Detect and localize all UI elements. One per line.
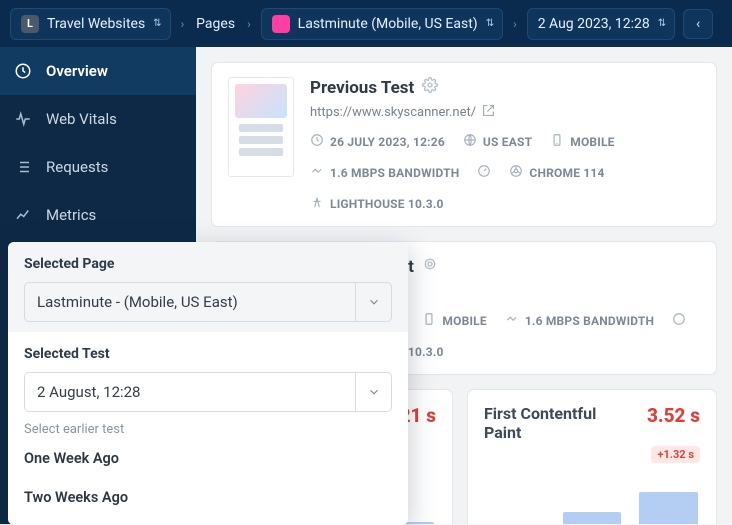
popover-page-select[interactable]: Lastminute - (Mobile, US East)	[24, 282, 392, 322]
sidebar-item-metrics[interactable]: Metrics	[0, 191, 196, 239]
metric-bars	[468, 466, 716, 524]
external-link-icon[interactable]	[482, 104, 495, 121]
crumb-project[interactable]: L Travel Websites ⇅	[10, 8, 171, 40]
page-badge	[272, 15, 290, 33]
selector-popover: Selected Page Lastminute - (Mobile, US E…	[8, 242, 408, 525]
clock-icon	[310, 133, 324, 150]
tag-device: MOBILE	[442, 314, 486, 328]
tag-device: MOBILE	[570, 135, 614, 149]
popover-option[interactable]: One Week Ago	[8, 439, 408, 478]
gauge-icon	[672, 312, 686, 329]
card-previous-test: Previous Test https://www.skyscanner.net…	[212, 63, 716, 226]
popover-test-label: Selected Test	[24, 346, 392, 362]
sidebar-item-label: Overview	[46, 62, 108, 80]
crumb-test[interactable]: 2 Aug 2023, 12:28 ⇅	[527, 8, 675, 40]
chevron-down-icon	[355, 373, 391, 411]
metric-delta: +1.32 s	[651, 446, 700, 463]
chevron-right-icon: ›	[511, 17, 519, 31]
chart-icon	[14, 206, 32, 224]
tag-browser: CHROME 114	[529, 166, 604, 180]
tag-region: US EAST	[483, 135, 532, 149]
updown-icon: ⇅	[153, 18, 159, 29]
popover-hint: Select earlier test	[8, 416, 408, 439]
popover-test-value: 2 August, 12:28	[25, 383, 355, 401]
crumb-pages[interactable]: Pages	[194, 8, 237, 40]
tag-date: 26 JULY 2023, 12:26	[330, 135, 445, 149]
crumb-page-label: Lastminute (Mobile, US East)	[298, 16, 478, 32]
breadcrumb-bar: L Travel Websites ⇅ › Pages › Lastminute…	[0, 0, 732, 47]
sidebar-item-label: Metrics	[46, 206, 96, 224]
sidebar-item-webvitals[interactable]: Web Vitals	[0, 95, 196, 143]
chrome-icon	[509, 164, 523, 181]
tag-bandwidth: 1.6 MBPS BANDWIDTH	[525, 314, 654, 328]
sidebar-item-label: Requests	[46, 158, 108, 176]
crumb-pages-label: Pages	[196, 16, 235, 32]
chevron-right-icon: ›	[245, 17, 253, 31]
crumb-page[interactable]: Lastminute (Mobile, US East) ⇅	[261, 8, 503, 40]
list-icon	[14, 158, 32, 176]
crumb-project-label: Travel Websites	[47, 16, 145, 32]
metric-title: First Contentful Paint	[484, 404, 637, 442]
chevron-down-icon	[355, 283, 391, 321]
popover-option[interactable]: Two Weeks Ago	[8, 478, 408, 517]
chevron-right-icon: ›	[179, 17, 187, 31]
crumb-test-label: 2 Aug 2023, 12:28	[538, 16, 650, 32]
lighthouse-icon	[310, 195, 324, 212]
tag-lighthouse: LIGHTHOUSE 10.3.0	[330, 197, 444, 211]
bandwidth-icon	[310, 164, 324, 181]
thumbnail-previous	[228, 77, 294, 177]
gauge-icon	[477, 164, 491, 181]
updown-icon: ⇅	[658, 18, 664, 29]
card-url: https://www.skyscanner.net/	[310, 105, 476, 120]
sidebar-item-requests[interactable]: Requests	[0, 143, 196, 191]
bandwidth-icon	[505, 312, 519, 329]
mobile-icon	[550, 133, 564, 150]
nav-prev-button[interactable]: ‹	[683, 9, 713, 39]
popover-page-label: Selected Page	[24, 256, 392, 272]
sidebar-item-label: Web Vitals	[46, 110, 117, 128]
chevron-left-icon: ‹	[696, 16, 700, 32]
pulse-icon	[14, 110, 32, 128]
metric-value: 3.52 s	[647, 404, 700, 427]
dashboard-icon	[14, 62, 32, 80]
gear-icon[interactable]	[422, 256, 438, 277]
project-badge: L	[21, 15, 39, 33]
globe-icon	[463, 133, 477, 150]
popover-test-select[interactable]: 2 August, 12:28	[24, 372, 392, 412]
updown-icon: ⇅	[486, 18, 492, 29]
mobile-icon	[422, 312, 436, 329]
gear-icon[interactable]	[422, 77, 438, 98]
sidebar-item-overview[interactable]: Overview	[0, 47, 196, 95]
bar	[563, 512, 622, 524]
popover-page-value: Lastminute - (Mobile, US East)	[25, 293, 355, 311]
tag-bandwidth: 1.6 MBPS BANDWIDTH	[330, 166, 459, 180]
metric-card-fcp: First Contentful Paint 3.52 s +1.32 s	[468, 390, 716, 524]
card-title: Previous Test	[310, 78, 414, 98]
bar	[639, 492, 698, 524]
